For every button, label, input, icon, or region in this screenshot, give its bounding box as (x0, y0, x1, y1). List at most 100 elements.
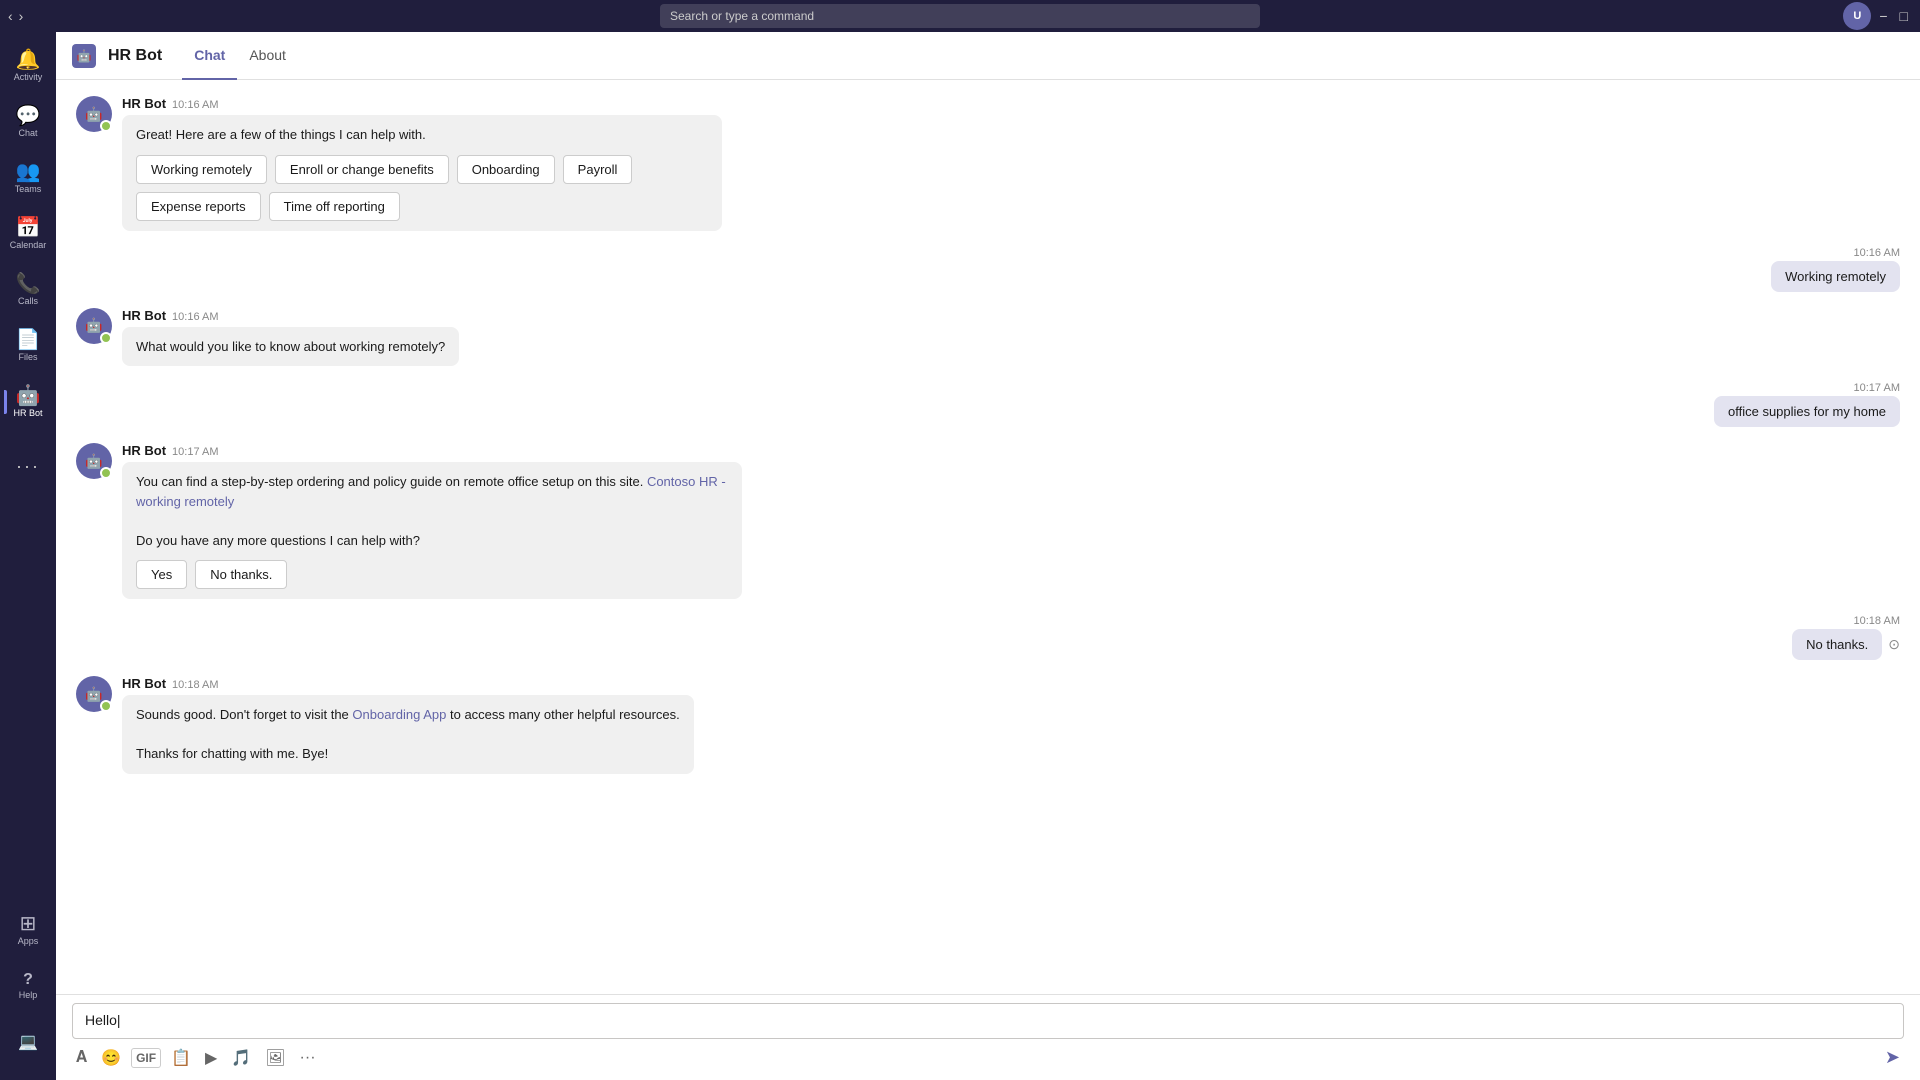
more-tools-btn[interactable]: ··· (296, 1045, 320, 1071)
sidebar-item-calendar[interactable]: 📅 Calendar (4, 208, 52, 260)
sidebar-item-calls[interactable]: 📞 Calls (4, 264, 52, 316)
message-bubble-4: Sounds good. Don't forget to visit the O… (122, 695, 694, 774)
search-bar[interactable]: Search or type a command (660, 4, 1260, 28)
online-badge-3 (100, 467, 112, 479)
user-avatar[interactable]: U (1843, 2, 1871, 30)
message-time: 10:16 AM (172, 99, 218, 111)
format-btn[interactable]: 𝐀 (72, 1045, 91, 1071)
message-content-3: HR Bot 10:17 AM You can find a step-by-s… (122, 443, 742, 599)
sidebar-teams-label: Teams (15, 184, 42, 194)
sidebar-device-btn[interactable]: 💻 (4, 1016, 52, 1068)
user-msg-bubble-2: office supplies for my home (1714, 396, 1900, 427)
tab-about[interactable]: About (237, 32, 298, 80)
user-msg-text-2: office supplies for my home (1728, 404, 1886, 419)
nav-forward-btn[interactable]: › (19, 8, 24, 24)
msg-text-after-4: to access many other helpful resources. (446, 707, 679, 722)
input-toolbar: 𝐀 😊 GIF 📋 ▶ 🎵 🖼 ··· ➤ (72, 1039, 1904, 1076)
option-working-remotely[interactable]: Working remotely (136, 155, 267, 184)
option-enroll-benefits[interactable]: Enroll or change benefits (275, 155, 449, 184)
message-row-bot4: 🤖 HR Bot 10:18 AM Sounds good. Don't for… (76, 676, 1900, 774)
sticker-btn[interactable]: 📋 (167, 1044, 195, 1072)
message-sender-3: HR Bot (122, 443, 166, 458)
sidebar-files-label: Files (18, 352, 37, 362)
sidebar-calls-label: Calls (18, 296, 38, 306)
chat-icon: 💬 (16, 106, 41, 126)
send-btn[interactable]: ➤ (1881, 1043, 1904, 1072)
sidebar-apps-label: Apps (18, 936, 39, 946)
message-text-2: What would you like to know about workin… (136, 339, 445, 354)
teams-icon: 👥 (16, 162, 41, 182)
audio-btn[interactable]: 🎵 (227, 1044, 255, 1072)
bot-avatar-4: 🤖 (76, 676, 112, 712)
gif-btn[interactable]: GIF (131, 1048, 161, 1068)
bot-avatar-icon: 🤖 (85, 106, 102, 123)
user-msg-bubble-3: No thanks. (1792, 629, 1882, 660)
message-row: 🤖 HR Bot 10:16 AM Great! Here are a few … (76, 96, 1900, 231)
reaction-icon: ⊙ (1888, 636, 1900, 653)
sidebar-item-files[interactable]: 📄 Files (4, 320, 52, 372)
option-expense-reports[interactable]: Expense reports (136, 192, 261, 221)
apps-icon: ⊞ (20, 914, 37, 934)
message-sender-2: HR Bot (122, 308, 166, 323)
msg-text-before-4: Sounds good. Don't forget to visit the (136, 707, 352, 722)
restore-btn[interactable]: □ (1896, 8, 1912, 24)
sidebar-activity-label: Activity (14, 72, 43, 82)
sidebar-item-teams[interactable]: 👥 Teams (4, 152, 52, 204)
option-buttons: Working remotely Enroll or change benefi… (136, 155, 708, 221)
sidebar-item-chat[interactable]: 💬 Chat (4, 96, 52, 148)
online-badge-4 (100, 700, 112, 712)
help-icon: ? (23, 972, 33, 988)
sidebar-item-apps[interactable]: ⊞ Apps (4, 904, 52, 956)
search-placeholder: Search or type a command (670, 9, 814, 23)
message-row-user: 10:16 AM Working remotely (76, 247, 1900, 292)
option-onboarding[interactable]: Onboarding (457, 155, 555, 184)
calendar-icon: 📅 (16, 218, 41, 238)
message-text: Great! Here are a few of the things I ca… (136, 127, 426, 142)
files-icon: 📄 (16, 330, 41, 350)
option-no-thanks[interactable]: No thanks. (195, 560, 287, 589)
device-icon: 💻 (18, 1032, 38, 1052)
option-payroll[interactable]: Payroll (563, 155, 633, 184)
chat-area: 🤖 HR Bot 10:16 AM Great! Here are a few … (56, 80, 1920, 994)
bot-icon-3: 🤖 (85, 453, 102, 470)
tab-chat[interactable]: Chat (182, 32, 237, 80)
message-input-box[interactable]: Hello| (72, 1003, 1904, 1039)
sidebar-chat-label: Chat (18, 128, 37, 138)
minimize-btn[interactable]: − (1875, 8, 1891, 24)
sidebar-item-hrbot[interactable]: 🤖 HR Bot (4, 376, 52, 428)
bot-icon-2: 🤖 (85, 317, 102, 334)
image-btn[interactable]: 🖼 (261, 1044, 289, 1072)
user-msg-wrapper-3: 10:18 AM No thanks. ⊙ (1792, 615, 1900, 660)
option-time-off[interactable]: Time off reporting (269, 192, 400, 221)
nav-back-btn[interactable]: ‹ (8, 8, 13, 24)
msg-text-before: You can find a step-by-step ordering and… (136, 474, 647, 489)
message-row-bot2: 🤖 HR Bot 10:16 AM What would you like to… (76, 308, 1900, 367)
message-time-4: 10:18 AM (172, 679, 218, 691)
channel-header: 🤖 HR Bot Chat About (56, 32, 1920, 80)
sidebar-item-help[interactable]: ? Help (4, 960, 52, 1012)
sidebar-more-btn[interactable]: ··· (4, 440, 52, 492)
message-time-3: 10:17 AM (172, 446, 218, 458)
message-sender-4: HR Bot (122, 676, 166, 691)
sidebar-item-activity[interactable]: 🔔 Activity (4, 40, 52, 92)
message-bubble: Great! Here are a few of the things I ca… (122, 115, 722, 231)
onboarding-app-link[interactable]: Onboarding App (352, 707, 446, 722)
user-msg-wrapper-2: 10:17 AM office supplies for my home (1714, 382, 1900, 427)
activity-icon: 🔔 (16, 50, 41, 70)
input-area: Hello| 𝐀 😊 GIF 📋 ▶ 🎵 🖼 ··· ➤ (56, 994, 1920, 1080)
message-row-user3: 10:18 AM No thanks. ⊙ (76, 615, 1900, 660)
user-msg-text-3: No thanks. (1806, 637, 1868, 652)
message-bubble-2: What would you like to know about workin… (122, 327, 459, 367)
bot-avatar-3: 🤖 (76, 443, 112, 479)
user-msg-text: Working remotely (1785, 269, 1886, 284)
meet-btn[interactable]: ▶ (201, 1044, 221, 1072)
option-yes[interactable]: Yes (136, 560, 187, 589)
bot-avatar: 🤖 (76, 96, 112, 132)
user-msg-time: 10:16 AM (1771, 247, 1900, 259)
bot-icon-4: 🤖 (85, 686, 102, 703)
message-content-2: HR Bot 10:16 AM What would you like to k… (122, 308, 459, 367)
hrbot-icon: 🤖 (16, 386, 41, 406)
message-time-2: 10:16 AM (172, 311, 218, 323)
emoji-btn[interactable]: 😊 (97, 1044, 125, 1072)
message-sender: HR Bot (122, 96, 166, 111)
